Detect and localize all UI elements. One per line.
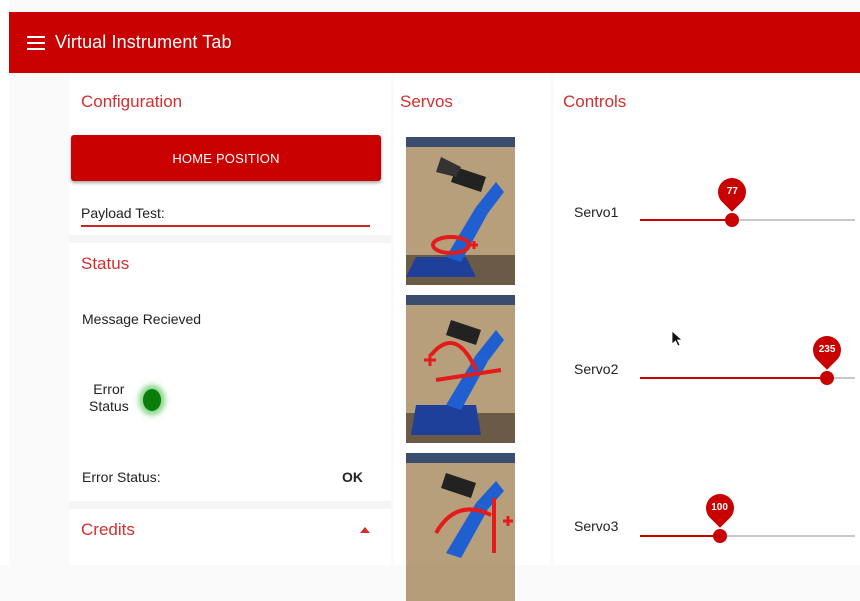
error-status-label: Error Status: — [82, 469, 161, 485]
servo1-slider[interactable]: 77 — [640, 172, 855, 227]
servo3-value: 100 — [711, 502, 728, 513]
slider-thumb[interactable] — [725, 213, 740, 227]
status-title: Status — [81, 254, 130, 273]
error-label-line1: Error — [93, 381, 125, 397]
error-status-led — [143, 389, 161, 411]
controls-title: Controls — [563, 92, 627, 111]
slider-fill — [640, 535, 720, 537]
window-edge — [0, 0, 9, 565]
configuration-title: Configuration — [81, 92, 183, 111]
servo2-value: 235 — [818, 344, 836, 355]
error-status-indicator-label: Error Status — [89, 381, 129, 415]
divider — [69, 501, 391, 509]
status-message: Message Recieved — [82, 311, 202, 327]
slider-thumb[interactable] — [712, 529, 727, 543]
servo1-image — [406, 137, 515, 285]
servo2-image — [406, 295, 515, 443]
main-content: Configuration HOME POSITION Payload Test… — [9, 73, 860, 601]
credits-title[interactable]: Credits — [81, 520, 135, 540]
slider-fill — [640, 377, 828, 379]
error-label-line2: Status — [89, 398, 129, 414]
servos-column: Servos — [394, 73, 550, 601]
error-status-value: OK — [342, 469, 363, 485]
slider-thumb[interactable] — [820, 371, 835, 385]
collapse-caret-icon[interactable] — [360, 527, 370, 533]
configuration-column: Configuration HOME POSITION Payload Test… — [69, 73, 391, 565]
controls-column: Controls Servo1 77 Servo2 235 Servo3 100 — [554, 73, 860, 565]
servo2-slider[interactable]: 235 — [640, 330, 855, 385]
payload-test-field[interactable]: Payload Test: — [81, 201, 370, 227]
servo1-value: 77 — [726, 186, 738, 197]
servo2-label: Servo2 — [574, 361, 619, 377]
app-title: Virtual Instrument Tab — [55, 32, 232, 52]
slider-fill — [640, 219, 733, 221]
hamburger-menu-icon[interactable] — [27, 35, 45, 50]
servos-title: Servos — [400, 92, 453, 111]
servo1-label: Servo1 — [574, 204, 619, 220]
divider — [69, 235, 391, 243]
servo3-slider[interactable]: 100 — [640, 488, 855, 543]
home-position-button[interactable]: HOME POSITION — [71, 135, 381, 181]
servo3-label: Servo3 — [574, 518, 619, 534]
servo3-image — [406, 453, 515, 601]
app-bar: Virtual Instrument Tab — [9, 12, 860, 73]
